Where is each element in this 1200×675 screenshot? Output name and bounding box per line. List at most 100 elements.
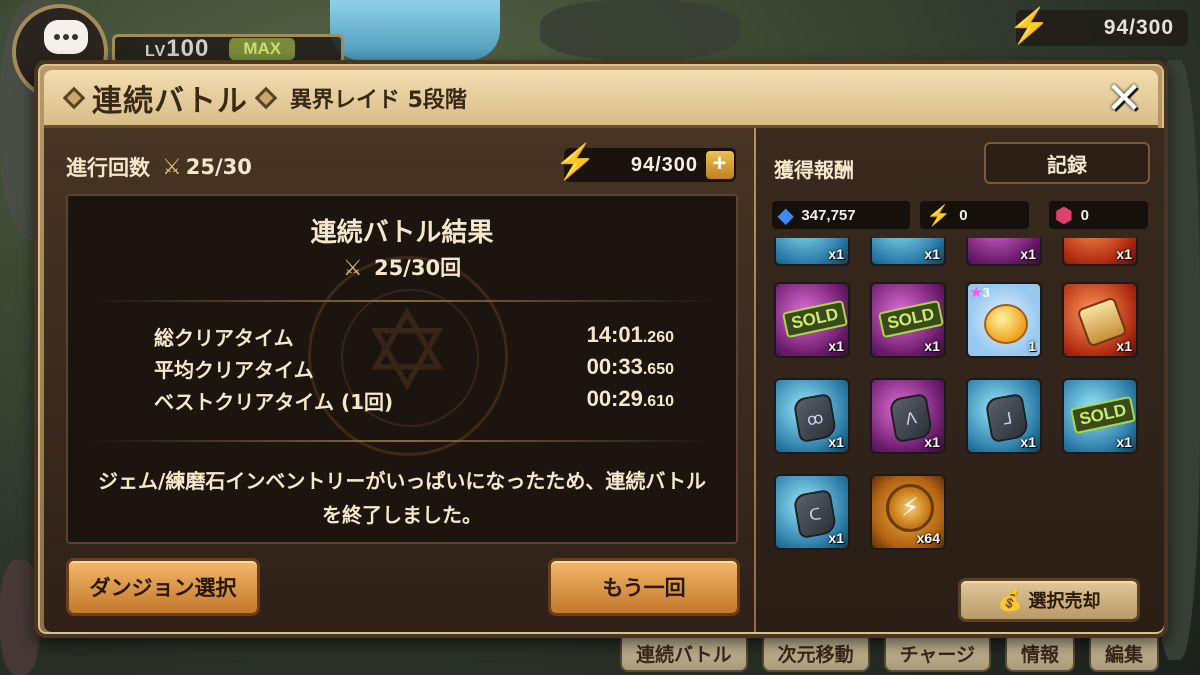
reward-item-rune[interactable]: ꝏ x1	[774, 378, 850, 454]
mana-stone-counter: ⬢ 0	[1049, 201, 1149, 229]
best-clear-time-row: ベストクリアタイム (1回) 00:29.610	[154, 386, 674, 415]
crossed-swords-icon: ⚔	[342, 256, 363, 281]
currency-bar: ◆ 347,757 ⚡ 0 ⬢ 0	[772, 201, 1149, 229]
reward-item-sold[interactable]: SOLD x1	[870, 282, 946, 358]
monster-portrait	[984, 304, 1028, 344]
reward-item-coin[interactable]: ⚡ x64	[870, 474, 946, 550]
reward-item-rune[interactable]: ᒧ x1	[966, 378, 1042, 454]
quantity-label: x1	[1020, 246, 1036, 262]
background-waterfall	[330, 0, 500, 60]
progress-label: 進行回数	[66, 156, 150, 180]
dialog-header: 連続バトル 異界レイド 5段階 ✕	[44, 70, 1158, 128]
dialog-subtitle: 異界レイド 5段階	[289, 87, 467, 113]
result-message: ジェム/練磨石インベントリーがいっぱいになったため、連続バトルを終了しました。	[98, 469, 706, 527]
lightning-coin-icon: ⚡	[886, 484, 934, 532]
max-level-badge: MAX	[229, 38, 296, 60]
time-label: ベストクリアタイム (1回)	[154, 390, 394, 414]
reward-item-monster[interactable]: ★3 1	[966, 282, 1042, 358]
time-value: 00:33.650	[586, 354, 674, 379]
average-clear-time-row: 平均クリアタイム 00:33.650	[154, 354, 674, 383]
quantity-label: x1	[1116, 246, 1132, 262]
quantity-label: x1	[1020, 434, 1036, 450]
tab-repeat-battle[interactable]: 連続バトル	[620, 632, 748, 672]
reward-item-rune[interactable]: x1	[966, 238, 1042, 266]
reward-item-rune[interactable]: ᑕ x1	[774, 474, 850, 550]
crystal-counter: ◆ 347,757	[772, 201, 911, 229]
quantity-label: x1	[1116, 338, 1132, 354]
player-hud: LV100 MAX	[12, 4, 344, 100]
rewards-label: 獲得報酬	[774, 158, 854, 182]
time-label: 総クリアタイム	[154, 326, 294, 350]
quantity-label: x1	[924, 246, 940, 262]
sold-badge: SOLD	[877, 299, 944, 339]
background-rock	[540, 0, 740, 60]
close-button[interactable]: ✕	[1100, 73, 1148, 124]
energy-bolt-icon: ⚡	[926, 204, 952, 227]
time-label: 平均クリアタイム	[154, 358, 314, 382]
energy-display: ⚡ 94/300 +	[554, 143, 736, 182]
mana-stone-value: 0	[1080, 206, 1089, 224]
star-rating-icon: ★3	[970, 284, 990, 300]
diamond-icon	[254, 86, 278, 109]
result-box: 連続バトル結果 ⚔ 25/30回 総クリアタイム 14:01.260 平均クリア…	[66, 194, 738, 544]
result-count-value: 25/30回	[373, 256, 462, 280]
energy-bolt-icon: ⚡	[1008, 7, 1052, 45]
crystal-icon: ◆	[778, 204, 794, 227]
time-value: 14:01.260	[586, 322, 674, 347]
tab-dimension-move[interactable]: 次元移動	[761, 632, 870, 672]
rewards-grid[interactable]: x1 x1 x1 x1 SOLD x1 SOLD x1 ★3 1 x1 ꝏ x1…	[774, 238, 1154, 556]
tab-edit[interactable]: 編集	[1089, 632, 1160, 672]
bottom-tab-bar: 連続バトル 次元移動 チャージ 情報 編集	[620, 632, 1160, 672]
dialog-title: 連続バトル	[92, 83, 248, 119]
time-value: 00:29.610	[586, 386, 674, 411]
record-button[interactable]: 記録	[984, 142, 1150, 184]
result-title: 連続バトル結果	[310, 218, 494, 248]
crystal-value: 347,757	[801, 206, 856, 224]
sell-selected-label: 選択売却	[1028, 591, 1101, 612]
quantity-label: x1	[828, 530, 844, 546]
reward-item-sold[interactable]: SOLD x1	[774, 282, 850, 358]
energy-gain-counter: ⚡ 0	[920, 201, 1030, 229]
battle-summary-panel: 進行回数 ⚔ 25/30 ⚡ 94/300 + 連続バトル結果 ⚔ 25/30回…	[44, 128, 754, 632]
divider	[88, 300, 716, 302]
repeat-battle-dialog: 連続バトル 異界レイド 5段階 ✕ 進行回数 ⚔ 25/30 ⚡ 94/300 …	[34, 60, 1168, 638]
money-bag-icon: 💰	[997, 588, 1023, 612]
red-gem-icon: ⬢	[1055, 204, 1073, 227]
tab-info[interactable]: 情報	[1005, 632, 1076, 672]
quantity-label: x1	[924, 434, 940, 450]
energy-value: 94/300	[1103, 16, 1174, 39]
reward-item-rune[interactable]: ᐱ x1	[870, 378, 946, 454]
dungeon-select-button[interactable]: ダンジョン選択	[66, 558, 260, 616]
tab-charge[interactable]: チャージ	[883, 632, 992, 672]
energy-gain-value: 0	[959, 206, 968, 224]
sold-badge: SOLD	[1069, 395, 1136, 435]
diamond-icon	[62, 86, 86, 109]
sold-badge: SOLD	[781, 299, 848, 339]
reward-item-sold[interactable]: SOLD x1	[1062, 378, 1138, 454]
sell-selected-button[interactable]: 💰 選択売却	[958, 578, 1140, 622]
quantity-label: x1	[828, 338, 844, 354]
reward-item-rune[interactable]: x1	[870, 238, 946, 266]
quantity-label: x1	[828, 434, 844, 450]
add-energy-button[interactable]: +	[706, 151, 734, 179]
progress-row: 進行回数 ⚔ 25/30	[66, 152, 252, 182]
retry-button[interactable]: もう一回	[548, 558, 740, 616]
quantity-label: 1	[1028, 338, 1036, 354]
reward-item-rune[interactable]: x1	[1062, 238, 1138, 266]
quantity-label: x64	[916, 530, 940, 546]
progress-value: 25/30	[185, 155, 252, 179]
energy-amount: 94/300	[630, 153, 698, 176]
level-text: LV100	[145, 35, 210, 62]
chat-icon[interactable]	[44, 20, 88, 54]
quantity-label: x1	[924, 338, 940, 354]
energy-bolt-icon: ⚡	[554, 143, 598, 181]
divider	[88, 440, 716, 442]
total-clear-time-row: 総クリアタイム 14:01.260	[154, 322, 674, 351]
reward-item-scroll[interactable]: x1	[1062, 282, 1138, 358]
rewards-panel: 獲得報酬 記録 ◆ 347,757 ⚡ 0 ⬢ 0 x1 x1 x1 x1 SO…	[756, 128, 1164, 632]
crossed-swords-icon: ⚔	[162, 154, 182, 180]
quantity-label: x1	[1116, 434, 1132, 450]
energy-counter[interactable]: ⚡ 94/300	[1008, 7, 1188, 46]
reward-item-rune[interactable]: x1	[774, 238, 850, 266]
quantity-label: x1	[828, 246, 844, 262]
